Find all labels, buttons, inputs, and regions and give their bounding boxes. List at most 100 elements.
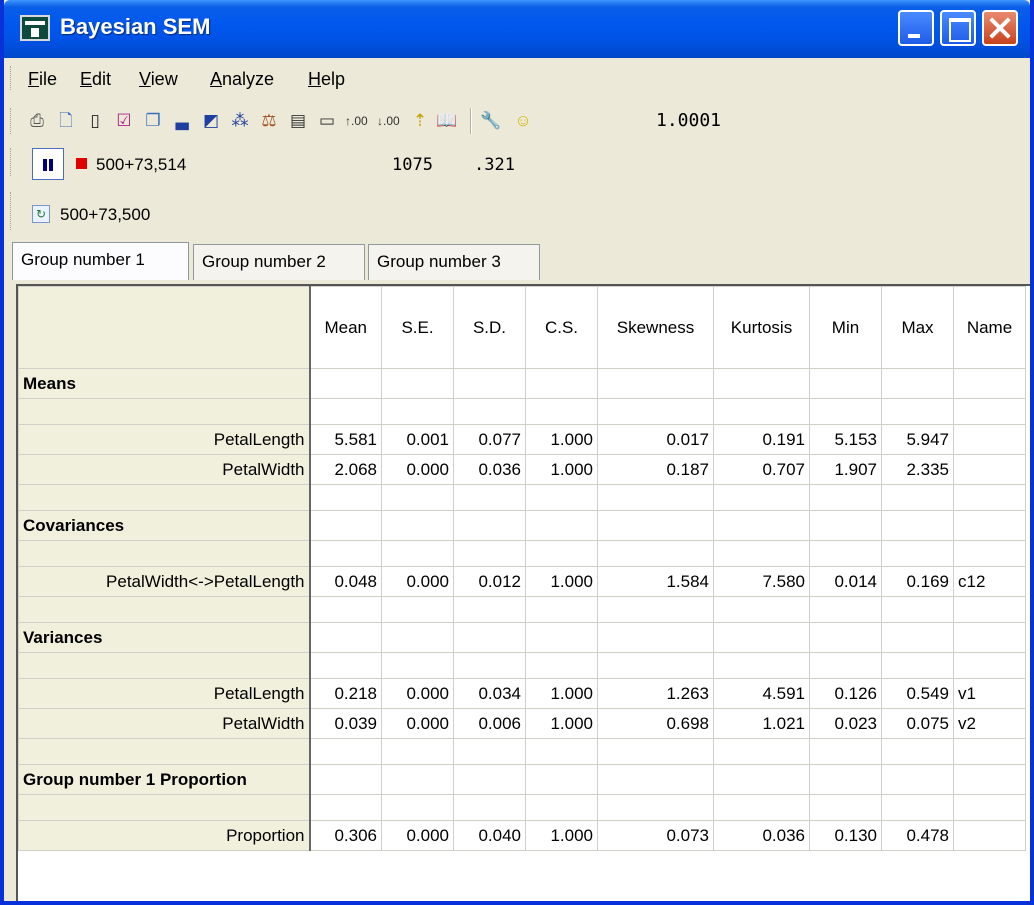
table-cell[interactable]	[453, 398, 526, 425]
table-cell[interactable]: 7.580	[713, 566, 810, 597]
row-label-empty[interactable]	[18, 596, 311, 623]
table-cell[interactable]: 1.021	[713, 708, 810, 739]
table-cell[interactable]	[381, 368, 454, 399]
table-cell[interactable]: 0.478	[881, 820, 954, 851]
table-cell[interactable]	[881, 652, 954, 679]
table-cell[interactable]	[881, 596, 954, 623]
table-cell[interactable]: 0.006	[453, 708, 526, 739]
table-cell[interactable]	[597, 622, 714, 653]
table-cell[interactable]: 1.000	[525, 708, 598, 739]
table-cell[interactable]	[953, 510, 1026, 541]
table-cell[interactable]	[597, 398, 714, 425]
table-cell[interactable]	[881, 738, 954, 765]
table-cell[interactable]	[381, 622, 454, 653]
table-cell[interactable]: 5.581	[309, 424, 382, 455]
table-cell[interactable]	[309, 652, 382, 679]
table-cell[interactable]	[453, 540, 526, 567]
refresh-grip[interactable]	[10, 192, 13, 230]
table-cell[interactable]	[453, 738, 526, 765]
column-header-cs[interactable]: C.S.	[525, 286, 598, 369]
table-cell[interactable]: 0.023	[809, 708, 882, 739]
table-cell[interactable]: 0.040	[453, 820, 526, 851]
table-cell[interactable]	[953, 454, 1026, 485]
column-header-kurtosis[interactable]: Kurtosis	[713, 286, 810, 369]
histogram-icon[interactable]: ▃	[171, 110, 193, 132]
table-cell[interactable]	[809, 540, 882, 567]
table-cell[interactable]: 2.068	[309, 454, 382, 485]
table-cell[interactable]	[881, 622, 954, 653]
refresh-icon[interactable]: ↻	[32, 205, 50, 223]
table-cell[interactable]: 5.947	[881, 424, 954, 455]
checkbox-icon[interactable]: ☑	[113, 110, 135, 132]
section-header[interactable]: Variances	[18, 622, 311, 653]
table-cell[interactable]	[525, 398, 598, 425]
column-header-min[interactable]: Min	[809, 286, 882, 369]
copy-icon[interactable]: ▯	[84, 110, 106, 132]
table-cell[interactable]	[713, 652, 810, 679]
cursor-icon[interactable]: ⇡	[409, 110, 431, 132]
table-cell[interactable]: 0.036	[713, 820, 810, 851]
menu-grip[interactable]	[10, 66, 13, 90]
table-cell[interactable]: v2	[953, 708, 1026, 739]
table-cell[interactable]: 0.187	[597, 454, 714, 485]
section-header[interactable]: Means	[18, 368, 311, 399]
row-label-empty[interactable]	[18, 738, 311, 765]
posterior-icon[interactable]: ⁂	[229, 110, 251, 132]
table-cell[interactable]: 0.218	[309, 678, 382, 709]
table-cell[interactable]	[525, 652, 598, 679]
table-cell[interactable]: 0.075	[881, 708, 954, 739]
column-header-mean[interactable]: Mean	[309, 286, 382, 369]
table-cell[interactable]	[953, 424, 1026, 455]
stop-icon[interactable]	[76, 158, 87, 169]
table-cell[interactable]: 1.000	[525, 424, 598, 455]
table-cell[interactable]	[597, 510, 714, 541]
menu-analyze[interactable]: Analyze	[210, 69, 274, 90]
pause-button[interactable]	[32, 148, 64, 180]
table-cell[interactable]: 0.698	[597, 708, 714, 739]
table-cell[interactable]	[953, 398, 1026, 425]
table-cell[interactable]: 0.012	[453, 566, 526, 597]
column-header-name[interactable]: Name	[953, 286, 1026, 369]
table-cell[interactable]	[597, 540, 714, 567]
table-cell[interactable]	[713, 738, 810, 765]
table-cell[interactable]: 5.153	[809, 424, 882, 455]
table-cell[interactable]: 0.000	[381, 566, 454, 597]
table-cell[interactable]	[309, 794, 382, 821]
row-label[interactable]: Proportion	[18, 820, 311, 851]
table-cell[interactable]: 4.591	[713, 678, 810, 709]
table-cell[interactable]: 0.707	[713, 454, 810, 485]
table-cell[interactable]: 0.169	[881, 566, 954, 597]
table-cell[interactable]: 0.306	[309, 820, 382, 851]
table-cell[interactable]: 0.126	[809, 678, 882, 709]
table-cell[interactable]	[453, 596, 526, 623]
table-cell[interactable]	[381, 738, 454, 765]
table-cell[interactable]: 0.039	[309, 708, 382, 739]
smiley-icon[interactable]: ☺	[512, 110, 534, 132]
table-cell[interactable]	[309, 368, 382, 399]
table-cell[interactable]	[597, 596, 714, 623]
table-cell[interactable]: c12	[953, 566, 1026, 597]
table-cell[interactable]: 0.000	[381, 820, 454, 851]
print-icon[interactable]: ⎙	[26, 110, 48, 132]
table-cell[interactable]	[809, 596, 882, 623]
table-cell[interactable]	[713, 622, 810, 653]
wrench-icon[interactable]: 🔧	[480, 110, 502, 132]
table-cell[interactable]	[809, 738, 882, 765]
table-cell[interactable]: 1.907	[809, 454, 882, 485]
table-cell[interactable]	[525, 484, 598, 511]
column-header-skewness[interactable]: Skewness	[597, 286, 714, 369]
status-grip[interactable]	[10, 148, 13, 176]
row-label-empty[interactable]	[18, 794, 311, 821]
table-cell[interactable]: 0.014	[809, 566, 882, 597]
column-header-max[interactable]: Max	[881, 286, 954, 369]
table-cell[interactable]: 0.073	[597, 820, 714, 851]
table-cell[interactable]	[453, 510, 526, 541]
table-cell[interactable]	[381, 764, 454, 795]
table-cell[interactable]	[525, 764, 598, 795]
table-cell[interactable]	[953, 652, 1026, 679]
menu-view[interactable]: View	[139, 69, 178, 90]
section-header[interactable]: Covariances	[18, 510, 311, 541]
table-cell[interactable]: 0.000	[381, 708, 454, 739]
table-icon[interactable]: ▤	[287, 110, 309, 132]
table-cell[interactable]	[381, 510, 454, 541]
